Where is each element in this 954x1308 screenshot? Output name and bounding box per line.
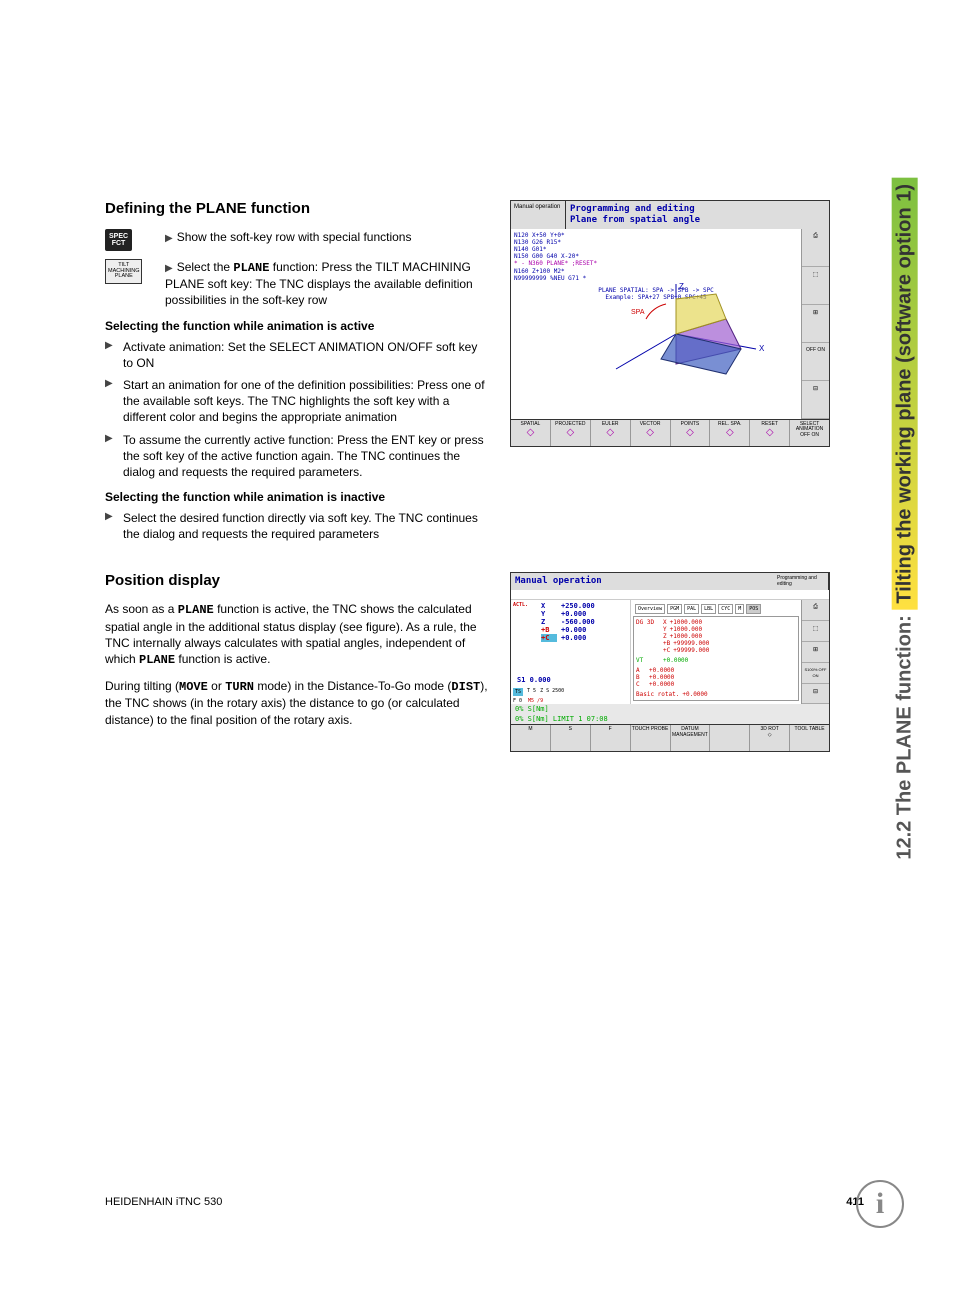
para-plane-active: As soon as a PLANE function is active, t… — [105, 601, 490, 668]
softkey-relspa[interactable]: REL. SPA.◇ — [710, 420, 750, 446]
zs-label: Z S 2500 — [540, 688, 564, 696]
tab[interactable]: Overview — [635, 604, 665, 614]
info-icon: i — [856, 1180, 904, 1228]
m5-label: M5 /9 — [528, 698, 543, 704]
softkey-projected[interactable]: PROJECTED◇ — [551, 420, 591, 446]
side-btn[interactable]: ⎙ — [802, 229, 829, 267]
scr2-title: Manual operation — [511, 573, 774, 590]
axis-z: Z — [541, 618, 557, 626]
bullet-text: To assume the currently active function:… — [123, 432, 490, 481]
footer: HEIDENHAIN iTNC 530 411 — [105, 1196, 864, 1208]
side-btn[interactable]: ⬚ — [802, 621, 829, 642]
subhead-anim-active: Selecting the function while animation i… — [105, 319, 490, 333]
spec-fct-icon: SPECFCT — [105, 229, 165, 251]
val-y: +0.000 — [561, 610, 586, 618]
scr2-softkeys: M S F TOUCH PROBE DATUM MANAGEMENT 3D RO… — [511, 724, 829, 751]
side-btn[interactable]: ⊟ — [802, 684, 829, 705]
arrow-icon: ▶ — [105, 339, 119, 371]
val-x: +250.000 — [561, 602, 595, 610]
val-z: -560.000 — [561, 618, 595, 626]
s1-value: S1 0.000 — [511, 674, 630, 686]
scr1-code: N120 X+50 Y+0* N130 G26 R15* N140 G01* N… — [511, 229, 801, 285]
softkey-f[interactable]: F — [591, 725, 631, 751]
tab[interactable]: M — [735, 604, 744, 614]
tab[interactable]: PAL — [684, 604, 699, 614]
f0-label: F 0 — [513, 698, 522, 704]
scr1-mode: Manual operation — [511, 201, 566, 229]
tab[interactable]: LBL — [701, 604, 716, 614]
scr2-mode: Programming and editing — [774, 573, 829, 590]
softkey-euler[interactable]: EULER◇ — [591, 420, 631, 446]
side-btn[interactable]: S100% OFF ON — [802, 663, 829, 684]
screenshot-plane-editor: Manual operation Programming and editing… — [510, 200, 830, 447]
side-btn[interactable]: ⊞ — [802, 305, 829, 343]
softkey-m[interactable]: M — [511, 725, 551, 751]
tilt-plane-icon: TILTMACHININGPLANE — [105, 259, 165, 284]
val-c: +0.000 — [561, 634, 586, 642]
tab[interactable]: PGM — [667, 604, 682, 614]
side-btn[interactable]: ⊟ — [802, 381, 829, 419]
screenshot-manual-operation: Manual operation Programming and editing… — [510, 572, 830, 752]
t5-label: T 5 — [527, 688, 536, 696]
svg-text:SPA: SPA — [631, 309, 645, 316]
step1-text: ▶Show the soft-key row with special func… — [165, 229, 490, 246]
svg-text:Z: Z — [679, 282, 684, 291]
footer-left: HEIDENHAIN iTNC 530 — [105, 1196, 222, 1208]
subhead-anim-inactive: Selecting the function while animation i… — [105, 490, 490, 504]
status-line-2: 0% S[Nm] LIMIT 1 07:08 — [511, 714, 829, 724]
softkey-3d-rot[interactable]: 3D ROT◇ — [750, 725, 790, 751]
softkey-datum-mgmt[interactable]: DATUM MANAGEMENT — [671, 725, 711, 751]
scr1-softkeys: SPATIAL◇ PROJECTED◇ EULER◇ VECTOR◇ POINT… — [511, 419, 829, 446]
heading-position: Position display — [105, 572, 490, 589]
softkey-spatial[interactable]: SPATIAL◇ — [511, 420, 551, 446]
arrow-icon: ▶ — [105, 510, 119, 542]
tab-active[interactable]: POS — [746, 604, 761, 614]
side-tab: 12.2 The PLANE function: Tilting the wor… — [894, 178, 917, 860]
scr1-plane-graphic: Z X SPA — [571, 279, 781, 389]
ts-label: TS — [513, 688, 523, 696]
status-line-1: 0% S[Nm] — [511, 704, 829, 714]
dg-label: DG 3D — [636, 619, 660, 626]
softkey-tool-table[interactable]: TOOL TABLE — [790, 725, 829, 751]
bullet-text: Select the desired function directly via… — [123, 510, 490, 542]
axis-b: +B — [541, 626, 557, 634]
side-btn[interactable]: ⬚ — [802, 267, 829, 305]
softkey-blank[interactable] — [710, 725, 750, 751]
axis-c: +C — [541, 634, 557, 642]
arrow-icon: ▶ — [165, 263, 173, 274]
tab[interactable]: CYC — [718, 604, 733, 614]
arrow-icon: ▶ — [105, 432, 119, 481]
para-tilting: During tilting (MOVE or TURN mode) in th… — [105, 678, 490, 728]
side-btn[interactable]: ⎙ — [802, 600, 829, 621]
scr1-title: Programming and editingPlane from spatia… — [566, 201, 829, 229]
side-btn[interactable]: ⊞ — [802, 642, 829, 663]
arrow-icon: ▶ — [105, 377, 119, 426]
svg-text:X: X — [759, 344, 765, 353]
softkey-vector[interactable]: VECTOR◇ — [631, 420, 671, 446]
softkey-s[interactable]: S — [551, 725, 591, 751]
softkey-reset[interactable]: RESET◇ — [750, 420, 790, 446]
heading-defining: Defining the PLANE function — [105, 200, 490, 217]
vt-label: VT — [636, 657, 660, 664]
axis-y: Y — [541, 610, 557, 618]
arrow-icon: ▶ — [165, 233, 173, 244]
step2-text: ▶Select the PLANE function: Press the TI… — [165, 259, 490, 309]
softkey-select-animation[interactable]: SELECT ANIMATION OFF ON — [790, 420, 829, 446]
softkey-touch-probe[interactable]: TOUCH PROBE — [631, 725, 671, 751]
scr2-tabs: Overview PGM PAL LBL CYC M POS — [633, 602, 799, 616]
bullet-text: Activate animation: Set the SELECT ANIMA… — [123, 339, 490, 371]
axis-x: X — [541, 602, 557, 610]
scr2-side-buttons: ⎙ ⬚ ⊞ S100% OFF ON ⊟ — [801, 600, 829, 704]
side-btn[interactable]: OFF ON — [802, 343, 829, 381]
basic-rot-label: Basic rotat. — [636, 691, 679, 698]
scr1-side-buttons: ⎙ ⬚ ⊞ OFF ON ⊟ — [801, 229, 829, 419]
val-b: +0.000 — [561, 626, 586, 634]
actl-label: ACTL. — [511, 600, 537, 644]
softkey-points[interactable]: POINTS◇ — [671, 420, 711, 446]
bullet-text: Start an animation for one of the defini… — [123, 377, 490, 426]
